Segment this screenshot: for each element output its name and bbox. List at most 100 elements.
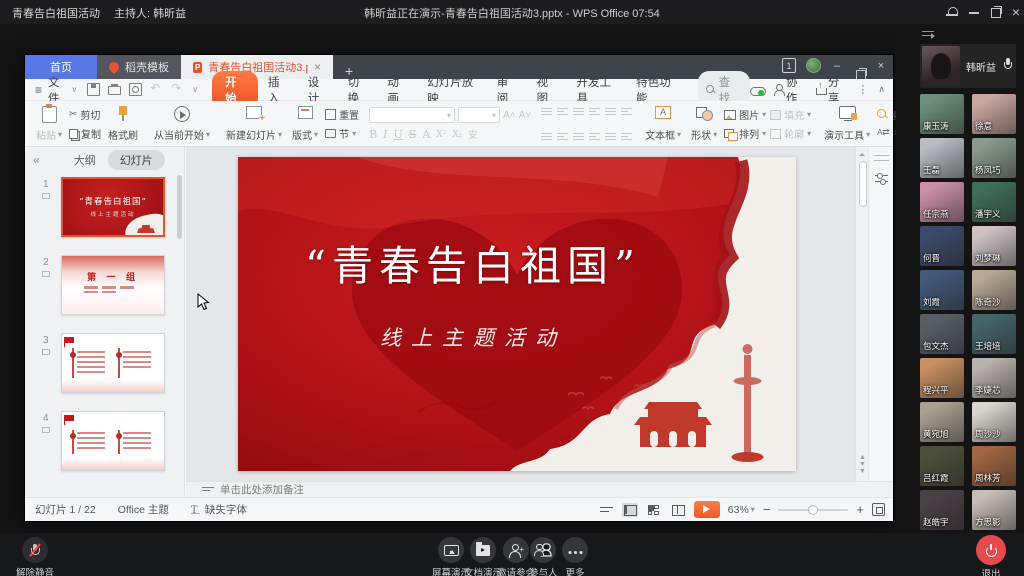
participant-tile[interactable]: 刘霞 <box>920 270 964 310</box>
participant-tile[interactable]: 王磊 <box>920 138 964 178</box>
new-slide-button[interactable]: 新建幻灯片▾ <box>223 104 285 144</box>
tab-docer[interactable]: 稻壳模板 <box>97 55 181 79</box>
layout-toggle-icon[interactable] <box>922 30 936 40</box>
panel-handle-icon[interactable] <box>874 155 889 161</box>
participant-tile[interactable]: 方思影 <box>972 490 1016 530</box>
copy-button[interactable]: 复制 <box>69 126 101 141</box>
current-slide[interactable]: “青春告白祖国” 线上主题活动 <box>238 157 796 471</box>
arrange-button[interactable]: 排列▾ <box>724 126 766 141</box>
participant-tile[interactable]: 陈奇沙 <box>972 270 1016 310</box>
participant-tile[interactable]: 任宗燕 <box>920 182 964 222</box>
font-name-select[interactable]: ▾ <box>369 107 455 123</box>
line-spacing-icon[interactable] <box>605 107 616 116</box>
textbox-button[interactable]: A 文本框▾ <box>642 104 684 144</box>
participant-tile[interactable]: 何晋 <box>920 226 964 266</box>
more-options-icon[interactable]: ⋮ <box>857 83 868 96</box>
align-center-icon[interactable] <box>557 132 568 141</box>
subscript-button[interactable]: X₂ <box>452 130 462 140</box>
hamburger-icon[interactable]: ≡ <box>35 83 42 97</box>
notes-toggle-icon[interactable] <box>600 505 614 515</box>
distribute-icon[interactable] <box>605 132 616 141</box>
properties-sliders-icon[interactable] <box>875 173 888 185</box>
align-right-icon[interactable] <box>573 132 584 141</box>
participant-tile[interactable]: 赵皓宇 <box>920 490 964 530</box>
font-size-select[interactable]: ▾ <box>458 107 500 123</box>
picture-button[interactable]: 图片▾ <box>724 107 766 122</box>
slide-thumbnail-2[interactable]: 第 一 组 <box>61 255 165 315</box>
shrink-font-button[interactable]: A˅ <box>519 110 532 121</box>
fit-to-window-icon[interactable] <box>872 503 885 516</box>
wps-minimize-button[interactable]: – <box>831 60 843 72</box>
normal-view-button[interactable] <box>622 503 638 517</box>
participant-tile[interactable]: 黄宛旭 <box>920 402 964 442</box>
participant-tile[interactable]: 吕红霞 <box>920 446 964 486</box>
outline-button[interactable]: 轮廓▾ <box>770 126 811 141</box>
reading-view-button[interactable] <box>670 503 686 517</box>
fill-button[interactable]: 填充▾ <box>770 107 811 122</box>
slide-sorter-view-button[interactable] <box>646 503 662 517</box>
participant-tile[interactable]: 徐意 <box>972 94 1016 134</box>
slideshow-play-button[interactable] <box>694 501 720 518</box>
notes-bar[interactable]: 单击此处添加备注 <box>186 481 893 497</box>
superscript-button[interactable]: X² <box>436 130 446 140</box>
bullets-icon[interactable] <box>541 107 552 116</box>
slide-scrollbar[interactable]: ▲▼▼ <box>855 147 868 481</box>
participant-tile[interactable]: 杨凤巧 <box>972 138 1016 178</box>
collapse-panel-button[interactable]: « <box>33 153 40 167</box>
collapse-ribbon-icon[interactable]: ∧ <box>878 84 885 95</box>
justify-icon[interactable] <box>589 132 600 141</box>
redo-icon[interactable] <box>171 83 184 96</box>
account-avatar[interactable] <box>806 58 821 73</box>
wps-close-button[interactable]: × <box>875 60 887 72</box>
zoom-level[interactable]: 63% ▾ <box>728 504 755 516</box>
unmute-button[interactable]: 解除静音 <box>16 537 54 576</box>
missing-font-warning[interactable]: T 缺失字体 <box>191 502 247 517</box>
participant-tile[interactable]: 周林芳 <box>972 446 1016 486</box>
section-button[interactable]: 节▾ <box>325 126 359 141</box>
align-left-icon[interactable] <box>541 132 552 141</box>
shapes-button[interactable]: 形状▾ <box>688 104 720 144</box>
text-direction-icon[interactable] <box>621 107 632 116</box>
slide-thumbnail-4[interactable] <box>61 411 165 471</box>
open-docs-badge[interactable]: 1 <box>782 58 796 73</box>
numbering-icon[interactable] <box>557 107 568 116</box>
theme-name[interactable]: Office 主题 <box>118 502 169 517</box>
slide-thumbnail-3[interactable] <box>61 333 165 393</box>
play-from-current-button[interactable]: 从当前开始▾ <box>151 104 213 144</box>
layout-button[interactable]: 版式▾ <box>289 104 321 144</box>
participant-tile[interactable]: 李婕芯 <box>972 358 1016 398</box>
zoom-in-button[interactable]: + <box>856 502 864 517</box>
text-effects-button[interactable]: 安 <box>468 128 477 141</box>
save-icon[interactable] <box>87 83 100 96</box>
underline-button[interactable]: U <box>394 128 403 141</box>
presenter-tile[interactable]: 韩昕益 <box>920 44 1016 88</box>
italic-button[interactable]: I <box>383 128 387 141</box>
participant-tile[interactable]: 周沙沙 <box>972 402 1016 442</box>
cut-button[interactable]: 剪切 <box>69 107 101 122</box>
print-icon[interactable] <box>108 86 121 95</box>
reset-button[interactable]: 重置 <box>325 107 359 122</box>
prev-next-slide-buttons[interactable]: ▲▼▼ <box>859 454 866 475</box>
participant-tile[interactable]: 程兴平 <box>920 358 964 398</box>
bold-button[interactable]: B <box>369 128 377 141</box>
quickbar-more-icon[interactable]: ∨ <box>192 85 198 94</box>
participant-tile[interactable]: 王培培 <box>972 314 1016 354</box>
strikethrough-button[interactable]: S <box>409 128 417 141</box>
grow-font-button[interactable]: A˄ <box>503 110 516 121</box>
exit-meeting-button[interactable]: 退出 <box>976 535 1006 576</box>
slide-thumbnail-1[interactable]: “青春告白祖国” 线上主题活动 <box>61 177 165 237</box>
tab-slides[interactable]: 幻灯片 <box>108 150 165 170</box>
font-color-button[interactable]: A <box>422 128 430 141</box>
scrollbar-thumb[interactable] <box>859 161 867 207</box>
present-tools-button[interactable]: 演示工具▾ <box>821 104 873 144</box>
columns-icon[interactable] <box>621 132 632 141</box>
participant-tile[interactable]: 包文杰 <box>920 314 964 354</box>
paste-button[interactable]: 粘贴▾ <box>33 104 65 144</box>
participant-tile[interactable]: 潘宇义 <box>972 182 1016 222</box>
format-painter-button[interactable]: 格式刷 <box>105 104 141 144</box>
notification-bell-icon[interactable] <box>944 4 960 20</box>
close-button[interactable] <box>1008 4 1024 20</box>
undo-icon[interactable] <box>150 83 163 96</box>
increase-indent-icon[interactable] <box>589 107 600 116</box>
restore-button[interactable] <box>988 4 1004 20</box>
